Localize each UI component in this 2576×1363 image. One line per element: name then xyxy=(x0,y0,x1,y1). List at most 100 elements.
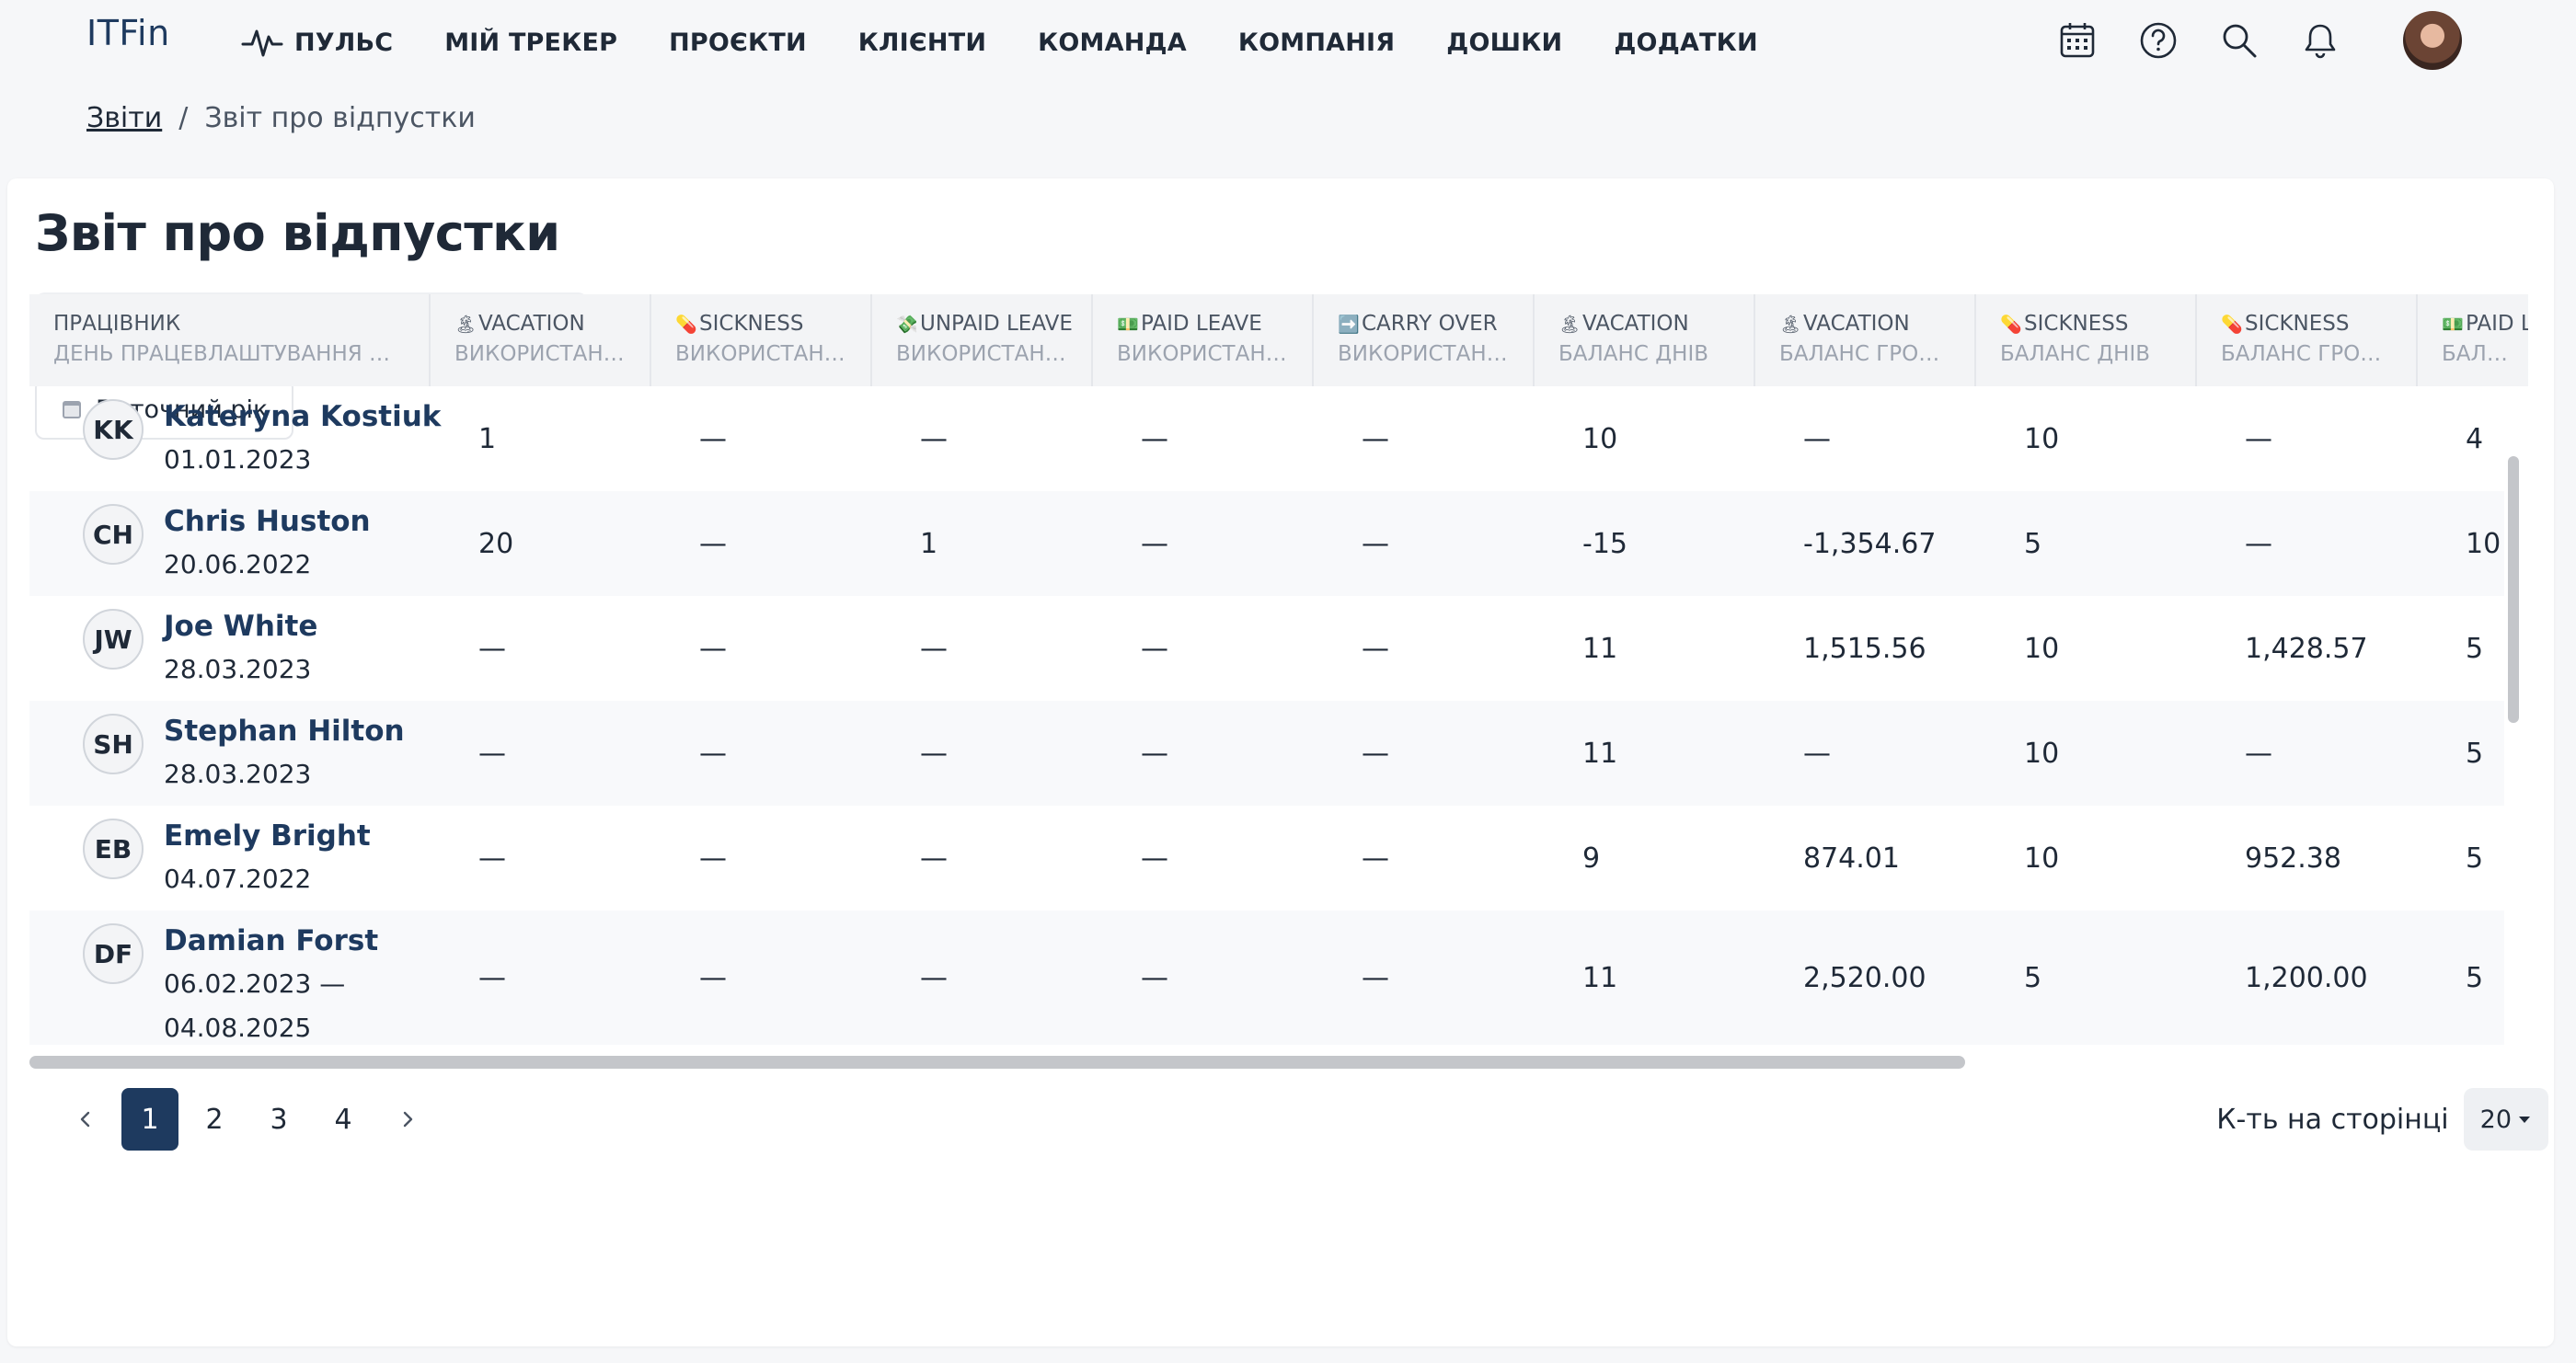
nav-item-team[interactable]: КОМАНДА xyxy=(1038,29,1187,57)
column-title-text: VACATION xyxy=(1582,312,1689,336)
column-title-text: SICKNESS xyxy=(699,312,804,336)
employee-info: Stephan Hilton 28.03.2023 xyxy=(164,701,405,796)
app-logo[interactable]: ITFin xyxy=(86,13,170,53)
page-button-3[interactable]: 3 xyxy=(250,1088,307,1151)
column-header[interactable]: 💸UNPAID LEAVE ВИКОРИСТАНО ДНІВ xyxy=(872,294,1093,386)
pagination: 1 2 3 4 xyxy=(57,1088,443,1151)
leave-type-icon: 🏝 xyxy=(1779,314,1802,335)
column-title: 🏝 VACATION xyxy=(1558,309,1754,338)
nav-item-my-tracker[interactable]: МІЙ ТРЕКЕР xyxy=(444,29,617,57)
employee-name-link[interactable]: Emely Bright xyxy=(164,815,371,857)
nav-item-pulse[interactable]: ПУЛЬС xyxy=(241,24,393,61)
chevron-left-icon xyxy=(80,1111,90,1128)
employee-name-link[interactable]: Chris Huston xyxy=(164,500,371,543)
vertical-scrollbar[interactable] xyxy=(2508,456,2519,723)
employee-cell: SH Stephan Hilton 28.03.2023 xyxy=(29,701,431,806)
table-cell: 1 xyxy=(920,527,938,560)
column-subtitle: БАЛАНС ДНІВ xyxy=(2442,342,2528,366)
calendar-icon[interactable] xyxy=(2057,20,2098,61)
employee-name-link[interactable]: Stephan Hilton xyxy=(164,710,405,752)
prev-page-button[interactable] xyxy=(57,1088,114,1151)
employee-initials-avatar: SH xyxy=(83,714,144,774)
table-cell: 10 xyxy=(2024,737,2060,770)
employee-info: Emely Bright 04.07.2022 xyxy=(164,806,371,901)
column-subtitle: ВИКОРИСТАНО ДНІВ xyxy=(1117,342,1312,366)
table-cell: 11 xyxy=(1582,737,1618,770)
column-subtitle: БАЛАНС ГРОШЕЙ xyxy=(2221,342,2412,366)
column-title: ➡️ CARRY OVER xyxy=(1338,309,1533,338)
table-cell: 5 xyxy=(2466,961,2484,994)
table-cell: — xyxy=(2245,527,2272,560)
table-cell: 10 xyxy=(2024,632,2060,665)
leave-type-icon: 💸 xyxy=(896,314,918,335)
column-title: 💵PAID LEAVE xyxy=(2442,309,2528,338)
employment-date: 04.07.2022 xyxy=(164,864,312,894)
leave-type-icon: 💵 xyxy=(2442,314,2464,335)
page-button-1[interactable]: 1 xyxy=(121,1088,178,1151)
table-cell: 952.38 xyxy=(2245,842,2341,875)
nav-item-projects[interactable]: ПРОЄКТИ xyxy=(669,29,807,57)
table-cell: — xyxy=(920,737,948,770)
page-button-2[interactable]: 2 xyxy=(186,1088,243,1151)
column-header[interactable]: 💊SICKNESS ВИКОРИСТАНО ДНІВ xyxy=(651,294,872,386)
table-cell: — xyxy=(1803,737,1831,770)
vacation-report-table[interactable]: ПРАЦІВНИК ДЕНЬ ПРАЦЕВЛАШТУВАННЯ — ДЕНЬ ЗВ… xyxy=(29,294,2528,1069)
employee-name-link[interactable]: Kateryna Kostiuk xyxy=(164,395,441,438)
table-row: SH Stephan Hilton 28.03.2023— — — — —11—10—5 xyxy=(29,701,2504,806)
per-page-select[interactable]: 20 xyxy=(2463,1088,2548,1151)
column-header[interactable]: 🏝VACATION ВИКОРИСТАНО ДНІВ xyxy=(431,294,651,386)
breadcrumb-reports-link[interactable]: Звіти xyxy=(86,102,162,134)
table-cell: 1 xyxy=(478,422,497,455)
per-page-control: К-ть на сторінці 20 xyxy=(2216,1088,2548,1151)
table-cell: — xyxy=(478,842,506,875)
next-page-button[interactable] xyxy=(379,1088,436,1151)
table-cell: — xyxy=(1362,961,1389,994)
table-cell: 1,200.00 xyxy=(2245,961,2368,994)
employee-name-link[interactable]: Joe White xyxy=(164,605,317,647)
search-icon[interactable] xyxy=(2219,20,2260,61)
table-cell: — xyxy=(2245,422,2272,455)
table-cell: — xyxy=(920,842,948,875)
column-header[interactable]: ➡️CARRY OVER ВИКОРИСТАНО ДНІВ xyxy=(1314,294,1535,386)
employee-info: Joe White 28.03.2023 xyxy=(164,596,317,692)
employee-name-link[interactable]: Damian Forst xyxy=(164,920,378,962)
nav-item-addons[interactable]: ДОДАТКИ xyxy=(1614,29,1757,57)
user-avatar[interactable] xyxy=(2403,11,2462,70)
nav-item-label: ДОШКИ xyxy=(1446,28,1563,57)
nav-item-label: МІЙ ТРЕКЕР xyxy=(444,28,618,57)
nav-item-company[interactable]: КОМПАНІЯ xyxy=(1238,29,1395,57)
column-header[interactable]: 💵PAID LEAVE БАЛАНС ДНІВ xyxy=(2418,294,2528,386)
employment-date: 28.03.2023 xyxy=(164,759,312,789)
column-title: 💊 SICKNESS xyxy=(2221,309,2416,338)
table-cell: 5 xyxy=(2024,961,2042,994)
page-button-4[interactable]: 4 xyxy=(315,1088,372,1151)
nav-item-label: ПРОЄКТИ xyxy=(669,28,807,57)
table-cell: — xyxy=(920,961,948,994)
table-cell: 11 xyxy=(1582,632,1618,665)
bell-icon[interactable] xyxy=(2300,20,2340,61)
table-cell: — xyxy=(1141,422,1168,455)
employee-cell: EB Emely Bright 04.07.2022 xyxy=(29,806,431,911)
per-page-label: К-ть на сторінці xyxy=(2216,1103,2449,1136)
nav-item-boards[interactable]: ДОШКИ xyxy=(1446,29,1562,57)
table-cell: 10 xyxy=(1582,422,1618,455)
table-cell: — xyxy=(478,737,506,770)
column-header[interactable]: 💵PAID LEAVE ВИКОРИСТАНО ДНІВ xyxy=(1093,294,1314,386)
column-header[interactable]: ПРАЦІВНИК ДЕНЬ ПРАЦЕВЛАШТУВАННЯ — ДЕНЬ ЗВ… xyxy=(29,294,431,386)
help-icon[interactable] xyxy=(2138,20,2179,61)
table-row: JW Joe White 28.03.2023 — — — — — 11 1,515.56 10 1,… xyxy=(29,596,2504,701)
column-title-text: VACATION xyxy=(1803,312,1910,336)
leave-type-icon: 💵 xyxy=(1117,314,1139,335)
horizontal-scrollbar[interactable] xyxy=(29,1056,1965,1069)
table-cell: — xyxy=(920,632,948,665)
column-header[interactable]: 💊 SICKNESS БАЛАНС ГРОШЕЙ xyxy=(2197,294,2418,386)
employee-cell: KK Kateryna Kostiuk 01.01.2023 xyxy=(29,386,441,491)
table-cell: — xyxy=(1362,842,1389,875)
table-cell: — xyxy=(1362,632,1389,665)
column-header[interactable]: 💊 SICKNESS БАЛАНС ДНІВ xyxy=(1976,294,2197,386)
nav-item-clients[interactable]: КЛІЄНТИ xyxy=(858,29,986,57)
employment-date: 28.03.2023 xyxy=(164,654,312,684)
column-header[interactable]: 🏝 VACATION БАЛАНС ДНІВ xyxy=(1535,294,1755,386)
column-header[interactable]: 🏝 VACATION БАЛАНС ГРОШЕЙ xyxy=(1755,294,1976,386)
table-cell: 1,515.56 xyxy=(1803,632,1926,665)
